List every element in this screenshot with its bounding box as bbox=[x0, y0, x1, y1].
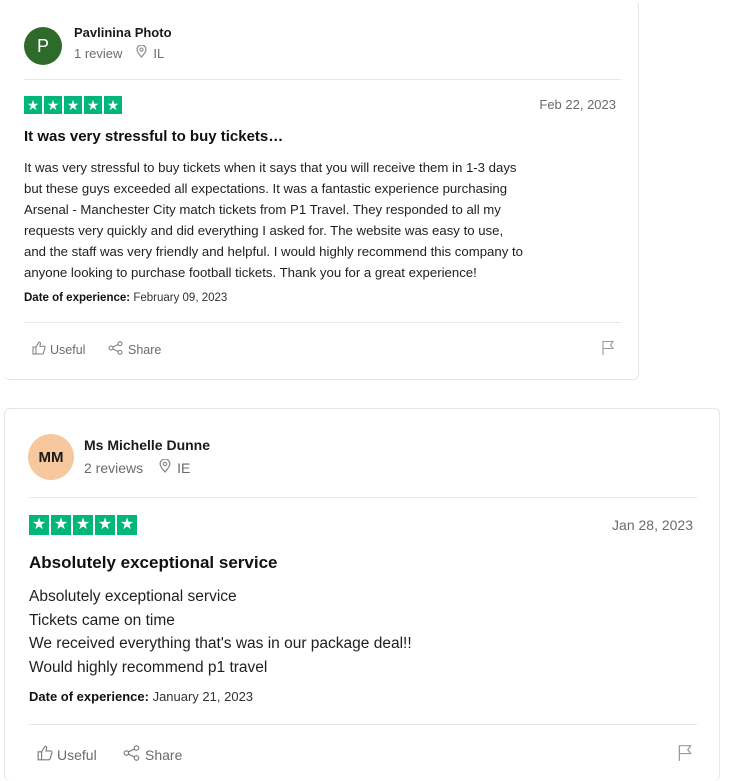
review-body-line: Tickets came on time bbox=[29, 611, 175, 629]
review-body: It was very stressful to buy tickets whe… bbox=[24, 157, 630, 283]
date-of-experience: Date of experience: January 21, 2023 bbox=[29, 689, 253, 704]
review-body-line: anyone looking to purchase football tick… bbox=[24, 265, 477, 280]
divider bbox=[29, 497, 697, 498]
thumbs-up-icon bbox=[37, 745, 53, 764]
useful-button[interactable]: Useful bbox=[32, 341, 85, 358]
divider bbox=[24, 322, 621, 323]
reviewer-meta: 2 reviews IE bbox=[84, 458, 191, 476]
share-icon bbox=[108, 341, 124, 358]
country-code: IL bbox=[153, 45, 165, 61]
star-icon: ★ bbox=[104, 96, 122, 114]
share-label: Share bbox=[128, 342, 162, 357]
review-body-line: requests very quickly and did everything… bbox=[24, 223, 504, 238]
location-pin-icon bbox=[159, 458, 171, 476]
avatar[interactable]: P bbox=[24, 27, 62, 65]
star-rating: ★ ★ ★ ★ ★ bbox=[29, 515, 137, 535]
date-of-experience-value: January 21, 2023 bbox=[152, 689, 254, 704]
star-icon: ★ bbox=[64, 96, 82, 114]
star-icon: ★ bbox=[24, 96, 42, 114]
review-title[interactable]: Absolutely exceptional service bbox=[29, 553, 278, 573]
review-body-line: Arsenal - Manchester City match tickets … bbox=[24, 202, 501, 217]
review-body-line: and the staff was very friendly and help… bbox=[24, 244, 523, 259]
share-icon bbox=[123, 745, 141, 764]
avatar[interactable]: MM bbox=[28, 434, 74, 480]
review-card: P Pavlinina Photo 1 review IL ★ ★ ★ ★ ★ … bbox=[4, 0, 639, 380]
star-icon: ★ bbox=[95, 515, 115, 535]
review-date: Feb 22, 2023 bbox=[539, 97, 616, 112]
star-rating: ★ ★ ★ ★ ★ bbox=[24, 96, 122, 114]
star-icon: ★ bbox=[29, 515, 49, 535]
useful-label: Useful bbox=[57, 746, 97, 763]
share-button[interactable]: Share bbox=[108, 341, 161, 358]
review-body-line: Would highly recommend p1 travel bbox=[29, 658, 268, 676]
share-label: Share bbox=[145, 746, 183, 763]
review-body-line: but these guys exceeded all expectations… bbox=[24, 181, 508, 196]
review-body-line: Absolutely exceptional service bbox=[29, 588, 237, 605]
reviewer-meta: 1 review IL bbox=[74, 44, 165, 61]
country-code: IE bbox=[177, 459, 191, 476]
review-body-line: We received everything that's was in our… bbox=[29, 635, 412, 652]
useful-button[interactable]: Useful bbox=[37, 745, 97, 764]
location-pin-icon bbox=[136, 44, 148, 61]
reviewer-name[interactable]: Ms Michelle Dunne bbox=[84, 437, 210, 453]
review-body: Absolutely exceptional service Tickets c… bbox=[29, 585, 689, 679]
reviewer-name[interactable]: Pavlinina Photo bbox=[74, 25, 172, 40]
date-of-experience-label: Date of experience: bbox=[29, 689, 149, 704]
divider bbox=[29, 724, 697, 725]
divider bbox=[24, 79, 621, 80]
star-icon: ★ bbox=[73, 515, 93, 535]
review-title[interactable]: It was very stressful to buy tickets… bbox=[24, 128, 283, 145]
date-of-experience-value: February 09, 2023 bbox=[133, 292, 228, 304]
share-button[interactable]: Share bbox=[123, 745, 182, 764]
review-body-line: It was very stressful to buy tickets whe… bbox=[24, 160, 517, 175]
flag-icon[interactable] bbox=[601, 340, 615, 361]
star-icon: ★ bbox=[84, 96, 102, 114]
thumbs-up-icon bbox=[32, 341, 46, 358]
date-of-experience: Date of experience: February 09, 2023 bbox=[24, 292, 227, 304]
useful-label: Useful bbox=[50, 342, 86, 357]
review-count: 1 review bbox=[74, 45, 123, 61]
review-card: MM Ms Michelle Dunne 2 reviews IE ★ ★ ★ … bbox=[4, 408, 720, 781]
date-of-experience-label: Date of experience: bbox=[24, 292, 131, 304]
review-date: Jan 28, 2023 bbox=[612, 517, 693, 533]
review-count: 2 reviews bbox=[84, 459, 144, 476]
star-icon: ★ bbox=[51, 515, 71, 535]
star-icon: ★ bbox=[117, 515, 137, 535]
star-icon: ★ bbox=[44, 96, 62, 114]
flag-icon[interactable] bbox=[677, 744, 693, 767]
